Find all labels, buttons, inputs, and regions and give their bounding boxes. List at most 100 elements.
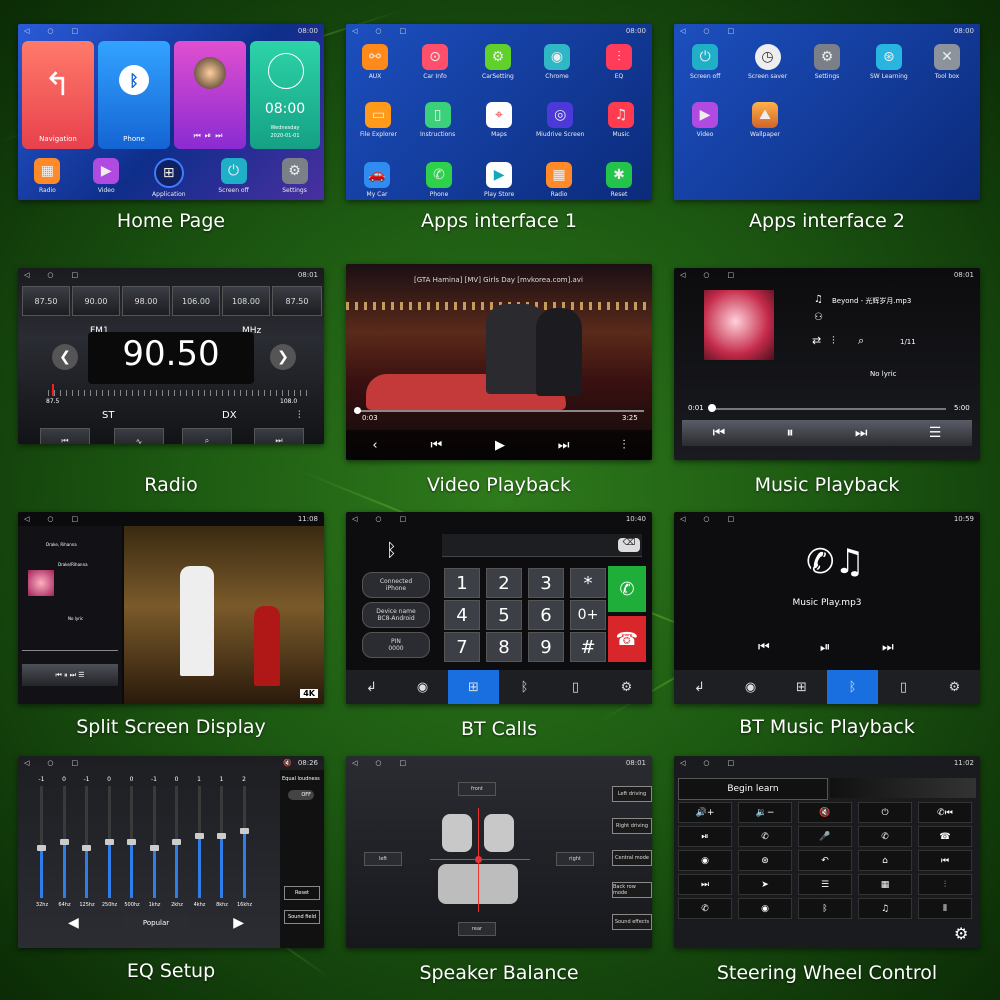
recent-icon[interactable]: □ [728, 271, 735, 279]
sw-answer-hangup[interactable]: ✆ [738, 826, 792, 847]
recent-icon[interactable]: □ [728, 759, 735, 767]
sw-radio[interactable]: ▦ [858, 874, 912, 895]
eq-knob-32hz[interactable] [37, 844, 46, 851]
call-log-icon[interactable]: ↲ [674, 670, 725, 704]
recent-icon[interactable]: □ [728, 27, 735, 35]
dialpad-icon[interactable]: ⊞ [776, 670, 827, 704]
navigation-tile[interactable]: ↰ Navigation [22, 41, 94, 149]
prev-button[interactable]: ⏮ [40, 428, 90, 444]
play-icon[interactable]: ▶ [495, 438, 505, 453]
hangup-button[interactable]: ☎ [608, 616, 646, 662]
app-chrome[interactable]: ◉ Chrome [544, 44, 570, 80]
home-icon[interactable]: ○ [703, 27, 709, 35]
app-carsetting[interactable]: ⚙ CarSetting [482, 44, 514, 80]
sw-prev[interactable]: ⏮ [918, 850, 972, 871]
seek-forward-button[interactable]: ❯ [270, 344, 296, 370]
call-log-icon[interactable]: ↲ [346, 670, 397, 704]
app-instructions[interactable]: ▯ Instructions [420, 102, 455, 138]
app-eq[interactable]: ⫶ EQ [606, 44, 632, 80]
phone-tile[interactable]: ᛒ Phone [98, 41, 170, 149]
gear-icon[interactable]: ⚙ [601, 670, 652, 704]
key-5[interactable]: 5 [486, 600, 522, 630]
gear-icon[interactable]: ⚙ [929, 670, 980, 704]
sw-music[interactable]: ♫ [858, 898, 912, 919]
preset-prev-icon[interactable]: ◀ [68, 915, 79, 931]
clock-tile[interactable]: 08:00 Wednesday 2020-01-01 [250, 41, 320, 149]
preset-6[interactable]: 87.50 [272, 286, 322, 316]
next-icon[interactable]: ⏭ [882, 640, 894, 655]
prev-icon[interactable]: ⏮ [758, 640, 770, 655]
home-icon[interactable]: ○ [47, 27, 53, 35]
phone-transfer-icon[interactable]: ▯ [550, 670, 601, 704]
dock-settings[interactable]: ⚙ Settings [281, 158, 308, 198]
home-icon[interactable]: ○ [703, 515, 709, 523]
loudness-toggle[interactable]: OFF [288, 790, 314, 800]
dock-screen-off[interactable]: ⏻ Screen off [218, 158, 249, 198]
app-file-explorer[interactable]: ▭ File Explorer [360, 102, 397, 138]
eq-knob-250hz[interactable] [104, 839, 114, 845]
key-star[interactable]: * [570, 568, 606, 598]
eq-slider-8khz[interactable] [220, 786, 223, 898]
back-icon[interactable]: ◁ [24, 515, 29, 523]
phone-transfer-icon[interactable]: ▯ [878, 670, 929, 704]
eq-slider-125hz[interactable] [85, 786, 88, 898]
sw-home[interactable]: ⌂ [858, 850, 912, 871]
sw-phone[interactable]: ✆ [678, 898, 732, 919]
sw-eq[interactable]: ⫶ [918, 874, 972, 895]
recent-icon[interactable]: □ [72, 27, 79, 35]
key-0-plus[interactable]: 0+ [570, 600, 606, 630]
mini-controls[interactable]: ⏮ ⏸ ⏭ ☰ [22, 664, 118, 686]
begin-learn-button[interactable]: Begin learn [678, 778, 828, 800]
home-icon[interactable]: ○ [375, 515, 381, 523]
sw-vol-down[interactable]: 🔉− [738, 802, 792, 823]
sw-next[interactable]: ⏭ [678, 874, 732, 895]
sw-mode[interactable]: ◉ [678, 850, 732, 871]
eq-knob-16khz[interactable] [239, 827, 249, 834]
eq-knob-500hz[interactable] [127, 839, 136, 845]
app-wallpaper[interactable]: ⛰ Wallpaper [750, 102, 780, 138]
home-icon[interactable]: ○ [703, 271, 709, 279]
tuning-scale[interactable] [48, 390, 308, 396]
preset-next-icon[interactable]: ▶ [233, 915, 244, 931]
app-car-info[interactable]: ⊙ Car Info [422, 44, 448, 80]
sw-vol-up[interactable]: 🔊+ [678, 802, 732, 823]
dialpad-icon[interactable]: ⊞ [448, 670, 499, 704]
key-9[interactable]: 9 [528, 632, 564, 662]
back-icon[interactable]: ‹ [372, 438, 377, 453]
back-icon[interactable]: ◁ [680, 515, 685, 523]
back-icon[interactable]: ◁ [24, 271, 29, 279]
sw-bluetooth[interactable]: ᛒ [798, 898, 852, 919]
music-controls[interactable]: ⏮⏯⏭ [174, 131, 246, 141]
repeat-icon[interactable]: ⇄ [812, 334, 821, 347]
sw-hangup[interactable]: ☎ [918, 826, 972, 847]
answer-button[interactable]: ✆ [608, 566, 646, 612]
key-4[interactable]: 4 [444, 600, 480, 630]
dx-toggle[interactable]: DX [222, 410, 237, 421]
prev-icon[interactable]: ⏮ [713, 425, 726, 441]
seek-back-button[interactable]: ❮ [52, 344, 78, 370]
recent-icon[interactable]: □ [400, 515, 407, 523]
key-hash[interactable]: # [570, 632, 606, 662]
sw-answer[interactable]: ✆ [858, 826, 912, 847]
mode-left-driving[interactable]: Left driving [612, 786, 652, 802]
recent-icon[interactable]: □ [400, 27, 407, 35]
backspace-icon[interactable]: ⌫ [618, 538, 640, 552]
search-button[interactable]: ⌕ [182, 428, 232, 444]
app-screen-saver[interactable]: ◷ Screen saver [748, 44, 787, 80]
search-icon[interactable]: ⌕ [858, 334, 864, 348]
music-tile[interactable]: ⏮⏯⏭ [174, 41, 246, 149]
preset-1[interactable]: 87.50 [22, 286, 70, 316]
progress-knob[interactable] [708, 404, 716, 412]
mode-right-driving[interactable]: Right driving [612, 818, 652, 834]
sw-dvd[interactable]: ◉ [738, 898, 792, 919]
mini-progress[interactable] [22, 650, 118, 651]
rear-button[interactable]: rear [458, 922, 496, 936]
back-icon[interactable]: ◁ [680, 759, 685, 767]
pause-icon[interactable]: ⏸ [787, 425, 794, 441]
sw-audio[interactable]: ⦀ [918, 898, 972, 919]
sw-power[interactable]: ⏻ [858, 802, 912, 823]
key-3[interactable]: 3 [528, 568, 564, 598]
progress-bar[interactable] [354, 410, 644, 412]
app-video[interactable]: ▶ Video [692, 102, 718, 138]
preset-2[interactable]: 90.00 [72, 286, 120, 316]
